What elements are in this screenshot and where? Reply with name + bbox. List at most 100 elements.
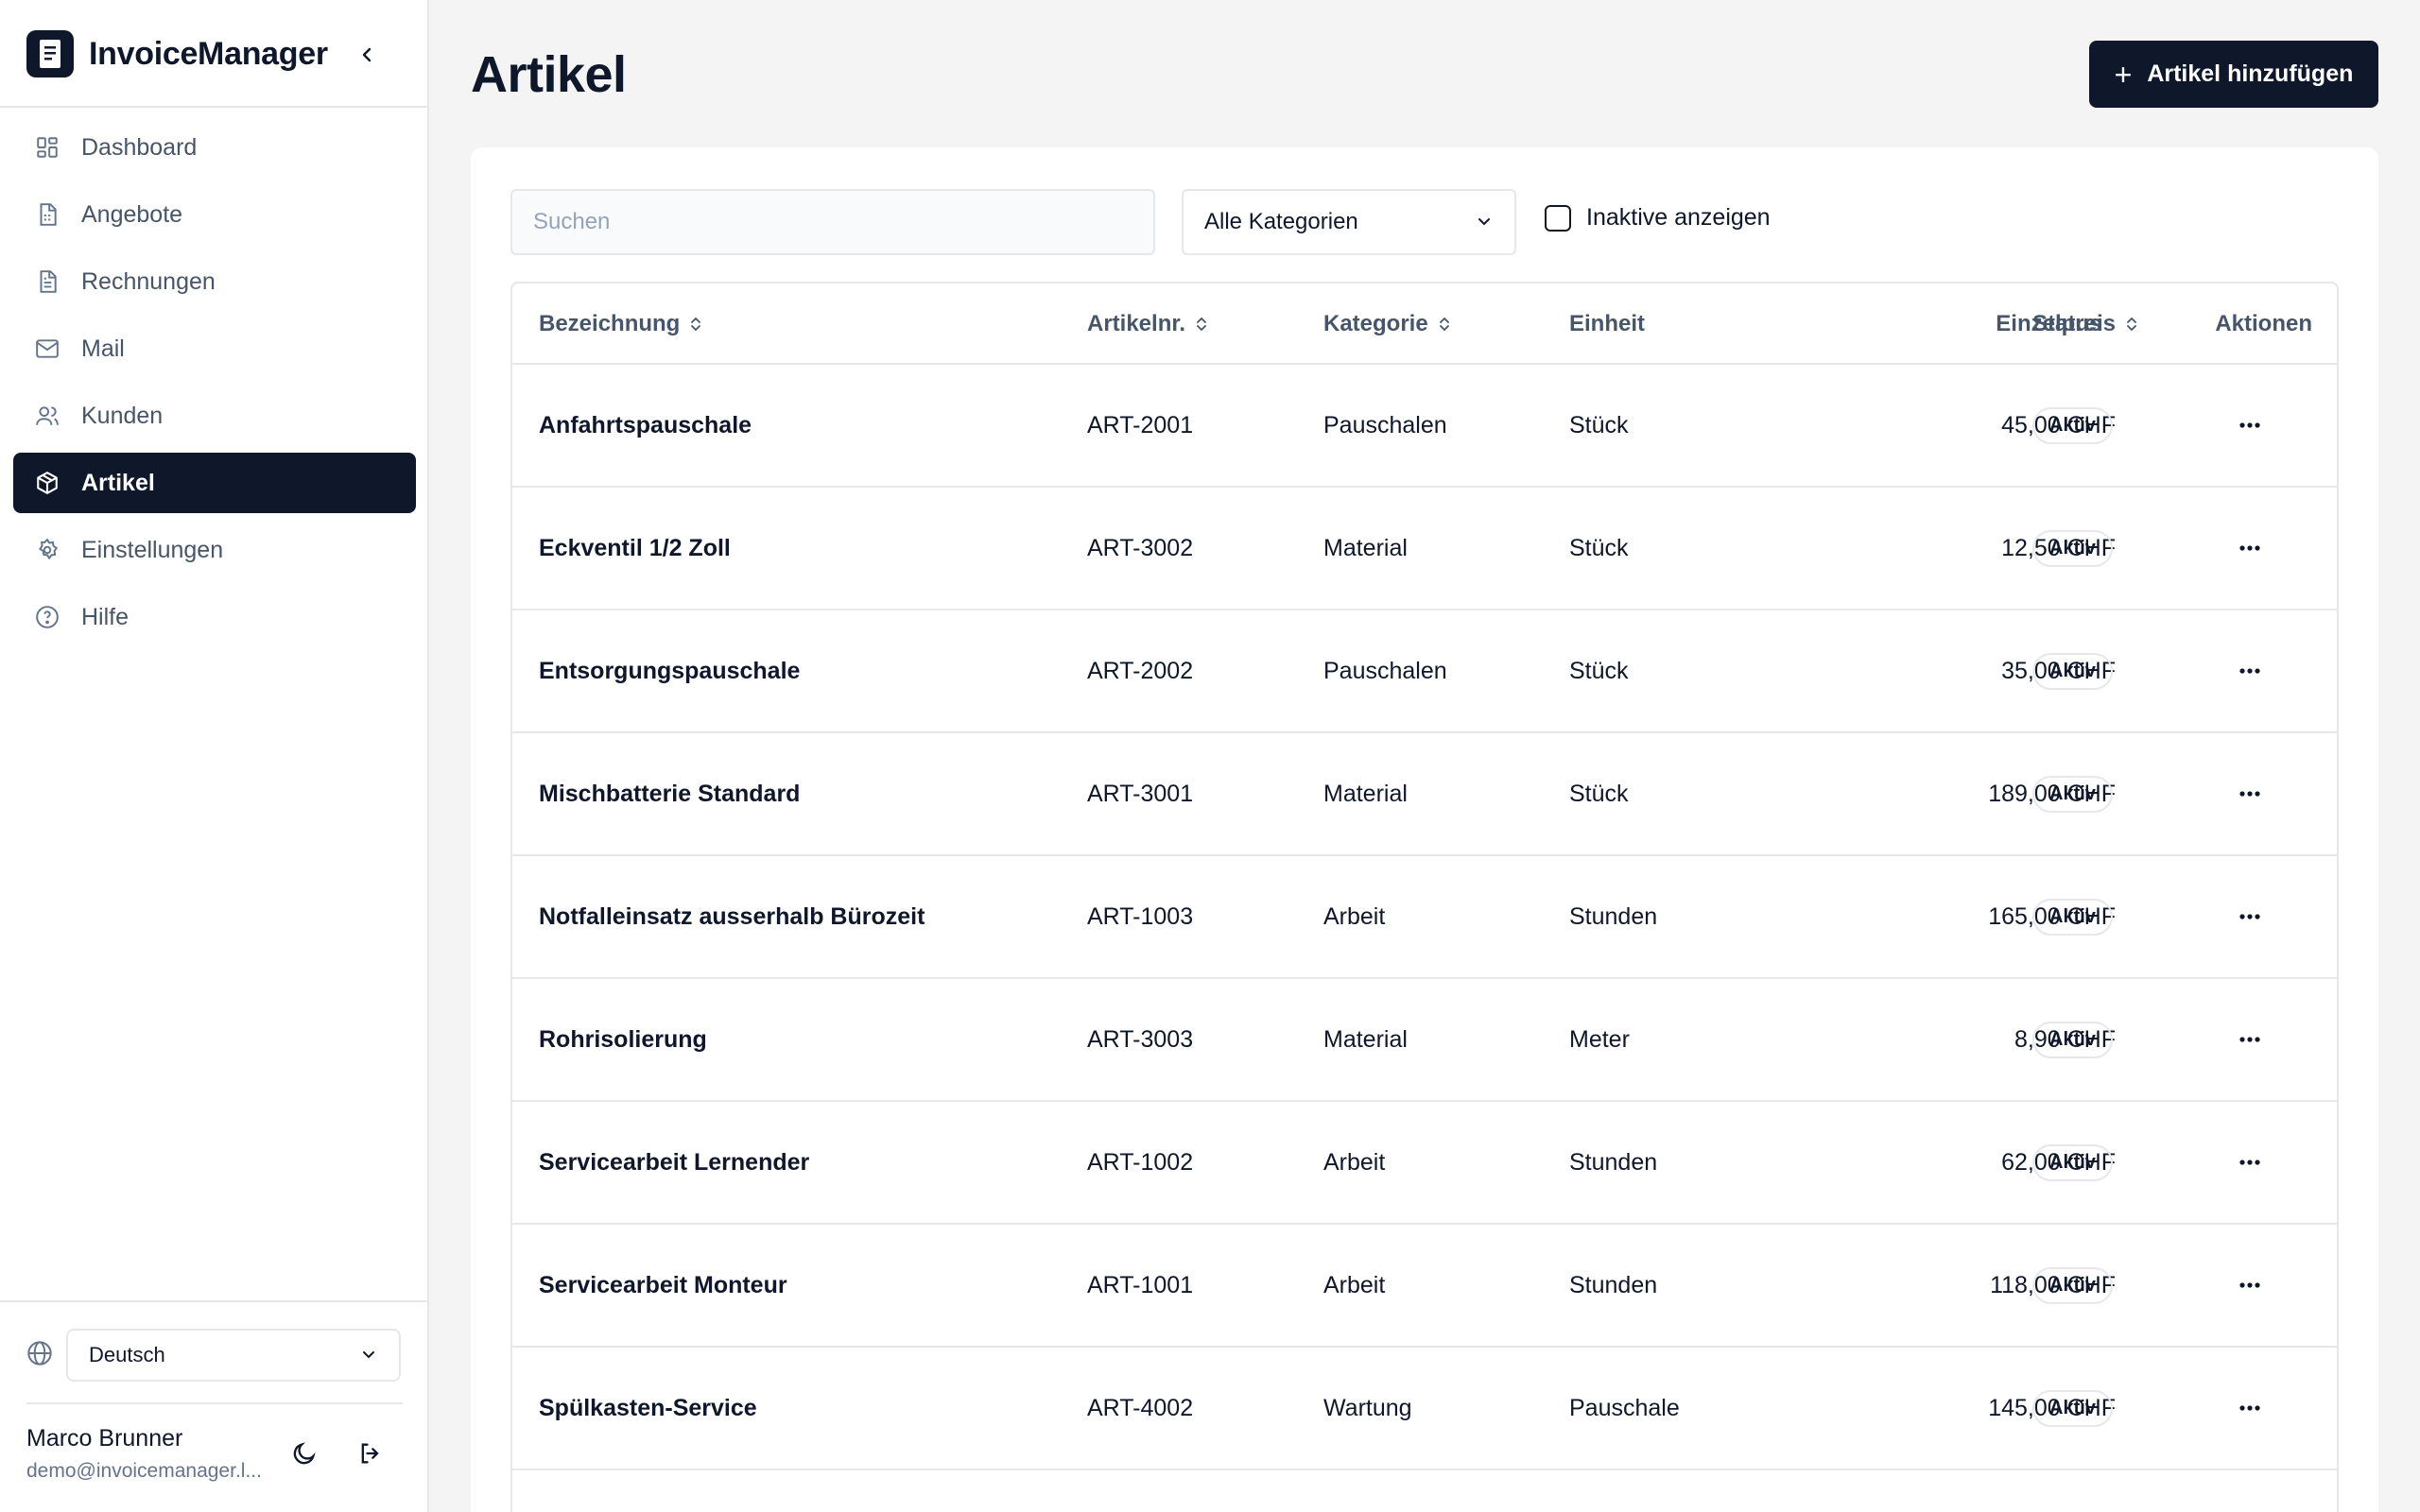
row-actions-button[interactable] — [2229, 404, 2271, 446]
table-row[interactable]: Eckventil 1/2 Zoll ART-3002 Material Stück 1… — [512, 488, 2337, 610]
brand[interactable]: InvoiceManager — [26, 28, 405, 79]
column-label: Kategorie — [1323, 311, 1428, 336]
invoice-icon — [34, 268, 60, 295]
cell-actions — [2229, 979, 2271, 1100]
column-label: Bezeichnung — [539, 311, 681, 336]
sidebar-item-artikel[interactable]: Artikel — [13, 453, 416, 513]
cell-name: Anfahrtspauschale — [539, 411, 752, 438]
row-actions-button[interactable] — [2229, 1142, 2271, 1183]
cell-unit: Stück — [1569, 534, 1629, 561]
sidebar-item-label: Artikel — [81, 469, 155, 496]
app-name: InvoiceManager — [89, 35, 328, 72]
sidebar-item-label: Kunden — [81, 402, 164, 429]
column-header-status: Status — [2032, 284, 2101, 365]
cell-name: Notfalleinsatz ausserhalb Bürozeit — [539, 902, 925, 930]
user-name: Marco Brunner — [26, 1425, 183, 1452]
sidebar-item-einstellungen[interactable]: Einstellungen — [13, 520, 416, 580]
show-inactive-label: Inaktive anzeigen — [1586, 204, 1771, 231]
more-icon — [2238, 1159, 2261, 1166]
row-actions-button[interactable] — [2229, 527, 2271, 569]
cell-category: Arbeit — [1323, 1148, 1386, 1176]
cell-unit: Stück — [1569, 657, 1629, 684]
cell-number: ART-3002 — [1087, 534, 1194, 561]
table-row[interactable]: Spülkasten-Service ART-4002 Wartung Pauscha… — [512, 1348, 2337, 1470]
cell-name: Mischbatterie Standard — [539, 780, 801, 807]
table-row[interactable]: Rohrisolierung ART-3003 Material Meter 8,90 … — [512, 979, 2337, 1102]
chevron-left-icon — [362, 47, 372, 62]
cell-category: Arbeit — [1323, 1271, 1386, 1298]
cell-unit: Stunden — [1569, 1148, 1658, 1176]
add-article-button[interactable]: + Artikel hinzufügen — [2089, 41, 2378, 108]
sidebar-item-label: Angebote — [81, 200, 183, 228]
row-actions-button[interactable] — [2229, 650, 2271, 692]
more-icon — [2238, 667, 2261, 675]
sort-icon — [689, 315, 702, 334]
row-actions-button[interactable] — [2229, 1264, 2271, 1306]
theme-toggle-button[interactable] — [284, 1433, 325, 1474]
column-label: Status — [2032, 311, 2102, 336]
show-inactive-toggle[interactable]: Inaktive anzeigen — [1545, 204, 1771, 232]
chevron-down-icon — [363, 1351, 374, 1359]
show-inactive-checkbox[interactable] — [1545, 204, 1571, 232]
column-header-number[interactable]: Artikelnr. — [1087, 284, 1208, 365]
page-title: Artikel — [471, 46, 627, 103]
add-article-label: Artikel hinzufügen — [2147, 60, 2354, 87]
sidebar-item-dashboard[interactable]: Dashboard — [13, 117, 416, 178]
row-actions-button[interactable] — [2229, 773, 2271, 815]
cell-name: Spülkasten-Service — [539, 1394, 757, 1421]
more-icon — [2238, 790, 2261, 798]
table-row[interactable]: Servicearbeit Lernender ART-1002 Arbeit Stu… — [512, 1102, 2337, 1225]
cell-unit: Stunden — [1569, 1271, 1658, 1298]
divider — [0, 1300, 427, 1302]
globe-icon — [26, 1340, 53, 1371]
sort-icon — [1438, 315, 1451, 334]
table-row[interactable]: Mischbatterie Standard ART-3001 Material St… — [512, 733, 2337, 856]
sidebar-item-angebote[interactable]: Angebote — [13, 184, 416, 245]
logout-icon — [361, 1443, 379, 1464]
more-icon — [2238, 1036, 2261, 1043]
sidebar-item-mail[interactable]: Mail — [13, 318, 416, 379]
row-actions-button[interactable] — [2229, 1387, 2271, 1429]
chevron-down-icon — [1478, 218, 1490, 226]
table-row[interactable]: Entsorgungspauschale ART-2002 Pauschalen St… — [512, 610, 2337, 733]
package-icon — [34, 470, 60, 496]
cell-number: ART-4002 — [1087, 1394, 1194, 1421]
cell-actions — [2229, 1348, 2271, 1469]
cell-unit: Stück — [1569, 411, 1629, 438]
articles-table: Bezeichnung Artikelnr. Kategorie Einheit… — [510, 282, 2339, 1512]
sidebar-item-label: Dashboard — [81, 133, 198, 161]
logout-button[interactable] — [350, 1433, 391, 1474]
language-select[interactable]: Deutsch — [66, 1329, 401, 1382]
row-actions-button[interactable] — [2229, 1019, 2271, 1060]
status-badge: Aktiv — [2032, 898, 2113, 936]
table-row[interactable]: Anfahrtspauschale ART-2001 Pauschalen Stück… — [512, 365, 2337, 488]
cell-unit: Pauschale — [1569, 1394, 1680, 1421]
collapse-sidebar-button[interactable] — [350, 38, 384, 72]
cell-number: ART-1003 — [1087, 902, 1194, 930]
cell-status: Aktiv — [2032, 1348, 2113, 1469]
column-label: Artikelnr. — [1087, 311, 1186, 336]
table-header: Bezeichnung Artikelnr. Kategorie Einheit… — [512, 284, 2337, 365]
cell-category: Material — [1323, 534, 1408, 561]
cell-category: Pauschalen — [1323, 411, 1447, 438]
language-value: Deutsch — [89, 1343, 165, 1366]
category-select[interactable]: Alle Kategorien — [1182, 189, 1516, 255]
status-badge: Aktiv — [2032, 1266, 2113, 1304]
user-email: demo@invoicemanager.l... — [26, 1460, 262, 1482]
cell-status: Aktiv — [2032, 1102, 2113, 1223]
cell-category: Pauschalen — [1323, 657, 1447, 684]
row-actions-button[interactable] — [2229, 896, 2271, 937]
table-row[interactable]: Servicearbeit Monteur ART-1001 Arbeit Stund… — [512, 1225, 2337, 1348]
sidebar-item-hilfe[interactable]: Hilfe — [13, 587, 416, 647]
sidebar-item-kunden[interactable]: Kunden — [13, 386, 416, 446]
table-row[interactable]: Notfalleinsatz ausserhalb Bürozeit ART-10… — [512, 856, 2337, 979]
cell-name: Servicearbeit Lernender — [539, 1148, 810, 1176]
more-icon — [2238, 544, 2261, 552]
search-input[interactable] — [510, 189, 1155, 255]
sidebar-item-rechnungen[interactable]: Rechnungen — [13, 251, 416, 312]
cell-status: Aktiv — [2032, 488, 2113, 609]
more-icon — [2238, 421, 2261, 429]
column-header-name[interactable]: Bezeichnung — [539, 284, 702, 365]
column-header-category[interactable]: Kategorie — [1323, 284, 1451, 365]
column-header-actions: Aktionen — [2119, 284, 2312, 365]
